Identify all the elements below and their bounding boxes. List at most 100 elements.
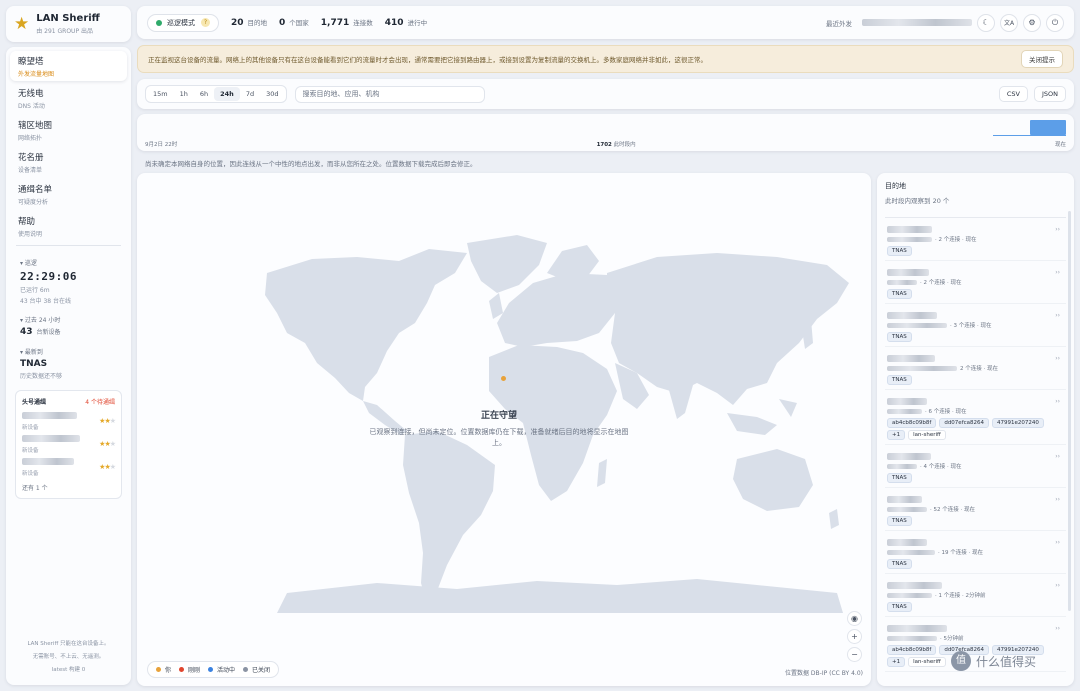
suspicion-rating: ★★★ xyxy=(99,463,116,471)
redacted-ip xyxy=(887,365,957,371)
device-tag[interactable]: TNAS xyxy=(887,332,912,342)
expand-icon[interactable]: ›› xyxy=(1055,355,1060,362)
activity-timeline[interactable]: 9月2日 22时 1702 此时段内 现在 xyxy=(137,114,1074,151)
scrollbar[interactable] xyxy=(1068,211,1071,611)
most-wanted-item[interactable]: 新设备 ★★★ xyxy=(22,457,116,477)
destination-row[interactable]: 2 个连接 · 现在 TNAS ›› xyxy=(885,347,1066,390)
latest-heading[interactable]: 最新到 xyxy=(20,347,117,356)
info-icon[interactable]: ? xyxy=(201,18,210,27)
locate-icon[interactable]: ◉ xyxy=(847,611,862,626)
expand-icon[interactable]: ›› xyxy=(1055,496,1060,503)
patrol-heading[interactable]: 巡逻 xyxy=(20,258,117,267)
export-csv-button[interactable]: CSV xyxy=(998,86,1028,102)
redacted-ip xyxy=(887,592,932,598)
device-tag[interactable]: ab4cb8c09b8f xyxy=(887,645,937,655)
destination-row[interactable]: · 6 个连接 · 现在 ab4cb8c09b8f dd07efca8264 4799… xyxy=(885,390,1066,445)
sidebar-item[interactable]: 辖区地图 网络拓扑 xyxy=(10,115,127,145)
past24-section: 过去 24 小时 43台新设备 xyxy=(10,307,127,339)
sidebar-item-label: 无线电 xyxy=(18,89,44,99)
sidebar-item[interactable]: 瞭望塔 外发流量地图 xyxy=(10,51,127,81)
device-tag[interactable]: TNAS xyxy=(887,473,912,483)
device-tag[interactable]: TNAS xyxy=(887,246,912,256)
connection-meta: · 3 个连接 · 现在 xyxy=(950,323,992,329)
destination-row[interactable]: · 2 个连接 · 现在 TNAS ›› xyxy=(885,218,1066,261)
destination-row[interactable]: · 4 个连接 · 现在 TNAS ›› xyxy=(885,445,1066,488)
destination-meta-row: · 5分钟前 xyxy=(887,634,1064,642)
world-map[interactable]: 正在守望 已观察到连接，但尚未定位。位置数据库仍在下载，准备就绪后目的地将显示在… xyxy=(137,173,871,686)
destination-meta-row: 2 个连接 · 现在 xyxy=(887,364,1064,372)
device-tag[interactable]: TNAS xyxy=(887,559,912,569)
expand-icon[interactable]: ›› xyxy=(1055,539,1060,546)
destination-row[interactable]: · 19 个连接 · 现在 TNAS ›› xyxy=(885,531,1066,574)
device-tag[interactable]: TNAS xyxy=(887,289,912,299)
range-option[interactable]: 7d xyxy=(240,87,260,101)
expand-icon[interactable]: ›› xyxy=(1055,398,1060,405)
device-tag[interactable]: +1 xyxy=(887,430,906,440)
destination-row[interactable]: · 52 个连接 · 现在 TNAS ›› xyxy=(885,488,1066,531)
destination-host xyxy=(887,452,1064,460)
language-icon[interactable]: 文A xyxy=(1000,13,1018,32)
expand-icon[interactable]: ›› xyxy=(1055,312,1060,319)
dismiss-banner-button[interactable]: 关闭提示 xyxy=(1021,50,1063,68)
past24-heading[interactable]: 过去 24 小时 xyxy=(20,315,117,324)
geo-note: 尚未确定本网络自身的位置，因此连线从一个中性的地点出发，而非从您所在之处。位置数… xyxy=(145,160,477,168)
suspicion-rating: ★★★ xyxy=(99,440,116,448)
destination-row[interactable]: · 2 个连接 · 现在 TNAS ›› xyxy=(885,261,1066,304)
destinations-subtitle: 此时段内观察到 20 个 xyxy=(885,197,950,205)
device-tags: TNAS xyxy=(887,375,1064,387)
range-option[interactable]: 24h xyxy=(214,87,240,101)
redacted-hostname xyxy=(887,311,937,319)
you-location-marker[interactable] xyxy=(501,376,506,381)
zoom-in-button[interactable]: + xyxy=(847,629,862,644)
expand-icon[interactable]: ›› xyxy=(1055,582,1060,589)
map-attribution[interactable]: 位置数据 DB-IP (CC BY 4.0) xyxy=(785,668,863,677)
device-tags: TNAS xyxy=(887,289,1064,301)
device-tags: TNAS xyxy=(887,332,1064,344)
sidebar-item[interactable]: 通缉名单 可疑度分析 xyxy=(10,179,127,209)
destination-meta-row: · 6 个连接 · 现在 xyxy=(887,407,1064,415)
header-stat: 20 目的地 xyxy=(231,17,267,28)
recent-outbound-label: 最近外发 xyxy=(826,19,852,28)
more-link[interactable]: 还有 1 个 xyxy=(22,483,115,492)
destination-row[interactable]: · 1 个连接 · 2分钟前 TNAS ›› xyxy=(885,574,1066,617)
destination-row[interactable]: · 3 个连接 · 现在 TNAS ›› xyxy=(885,304,1066,347)
zoom-out-button[interactable]: − xyxy=(847,647,862,662)
device-tag[interactable]: TNAS xyxy=(887,602,912,612)
legend-label: 你 xyxy=(165,667,172,674)
status-dot-icon xyxy=(156,19,162,26)
range-option[interactable]: 30d xyxy=(260,87,284,101)
most-wanted-item[interactable]: 新设备 ★★★ xyxy=(22,434,116,454)
export-json-button[interactable]: JSON xyxy=(1033,86,1066,102)
settings-gear-icon[interactable]: ⚙ xyxy=(1023,13,1041,32)
redacted-device-name xyxy=(22,434,80,442)
sidebar-item[interactable]: 帮助 使用说明 xyxy=(10,211,127,241)
device-tag[interactable]: dd07efca8264 xyxy=(939,418,990,428)
search-input[interactable] xyxy=(294,85,485,103)
device-tags: TNAS xyxy=(887,473,1064,485)
device-tag[interactable]: lan-sheriff xyxy=(908,430,946,440)
legend-dot-icon xyxy=(243,667,249,672)
device-tag[interactable]: lan-sheriff xyxy=(908,657,946,667)
sidebar-item[interactable]: 花名册 设备清单 xyxy=(10,147,127,177)
expand-icon[interactable]: ›› xyxy=(1055,269,1060,276)
legend-item: 你 xyxy=(156,665,171,674)
device-tag[interactable]: ab4cb8c09b8f xyxy=(887,418,937,428)
range-option[interactable]: 15m xyxy=(147,87,174,101)
most-wanted-item[interactable]: 新设备 ★★★ xyxy=(22,411,116,431)
sidebar-item[interactable]: 无线电 DNS 活动 xyxy=(10,83,127,113)
most-wanted-count[interactable]: 4 个待通缉 xyxy=(85,397,115,406)
expand-icon[interactable]: ›› xyxy=(1055,226,1060,233)
legend-item: 活动中 xyxy=(208,665,235,674)
range-option[interactable]: 6h xyxy=(194,87,214,101)
device-tag[interactable]: TNAS xyxy=(887,516,912,526)
device-tag[interactable]: TNAS xyxy=(887,375,912,385)
device-tag[interactable]: 47991e207240 xyxy=(992,418,1044,428)
power-icon[interactable]: ⏻ xyxy=(1046,13,1064,32)
device-tag[interactable]: +1 xyxy=(887,657,906,667)
range-option[interactable]: 1h xyxy=(174,87,194,101)
expand-icon[interactable]: ›› xyxy=(1055,453,1060,460)
theme-moon-icon[interactable]: ☾ xyxy=(977,13,995,32)
mode-pill[interactable]: 巡逻模式 ? xyxy=(147,13,219,32)
footer-line: 无需账号、不上云、无遥测。 xyxy=(32,654,105,660)
expand-icon[interactable]: ›› xyxy=(1055,625,1060,632)
